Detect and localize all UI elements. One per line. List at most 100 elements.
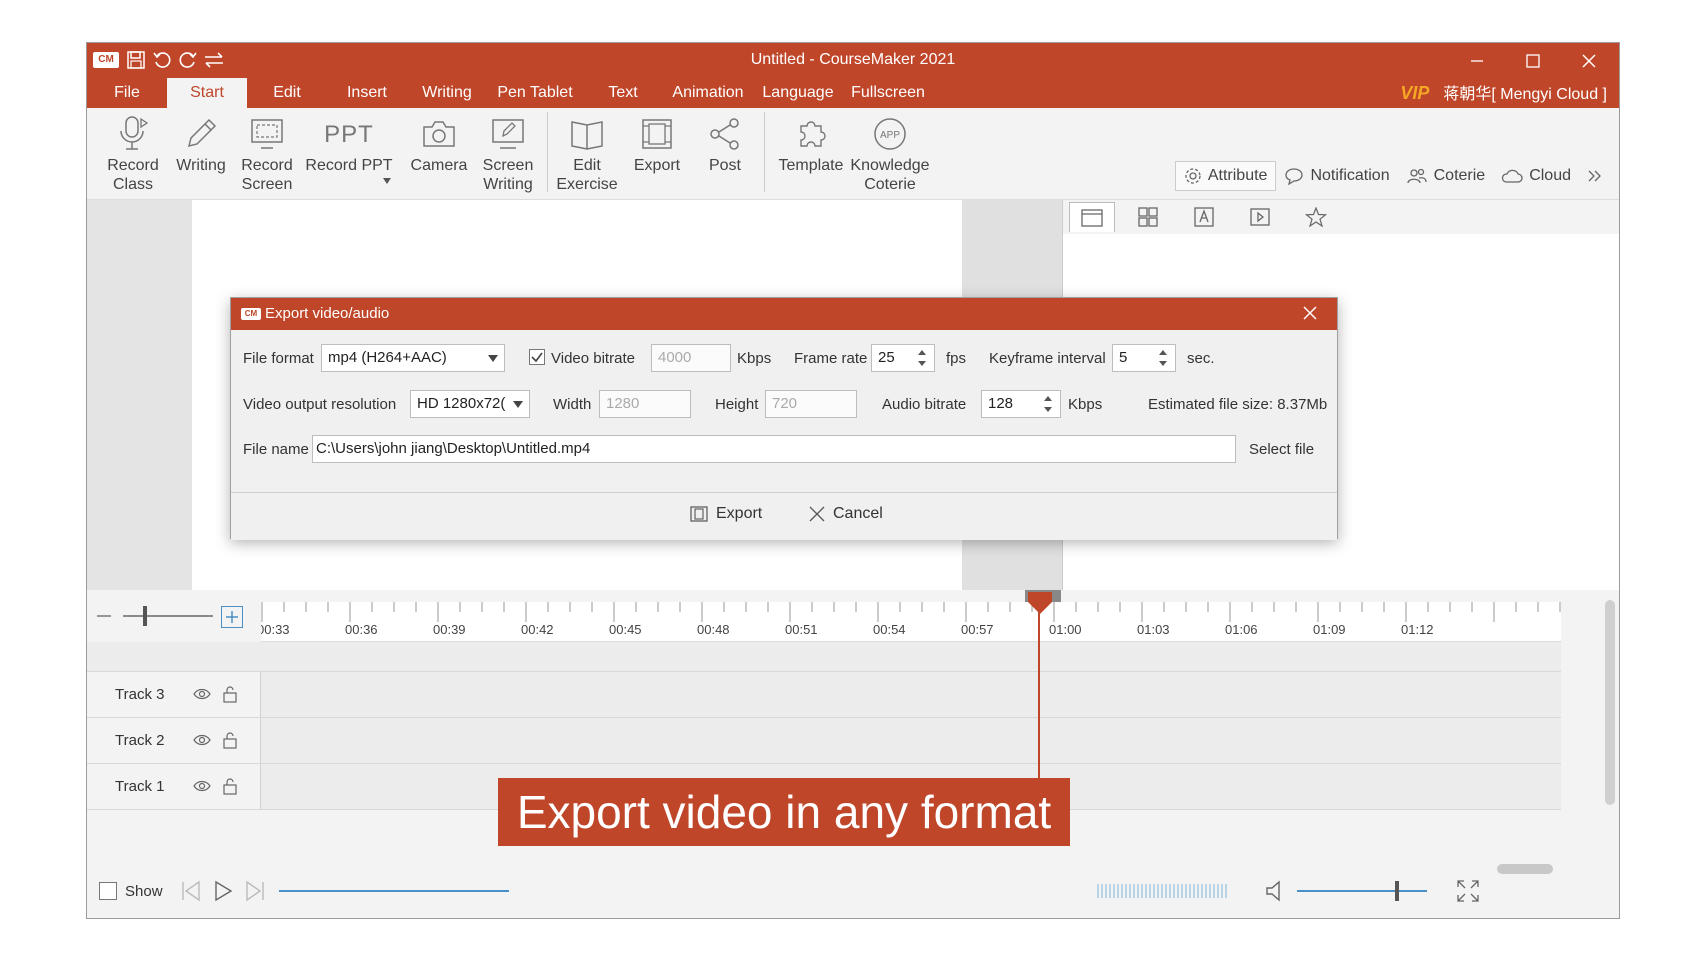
spinner-arrows-icon[interactable] (918, 348, 928, 368)
close-icon (809, 506, 825, 522)
star-icon[interactable] (1293, 202, 1339, 232)
width-input[interactable]: 1280 (599, 390, 691, 418)
ppt-icon: PPT (324, 120, 374, 148)
zoom-slider-handle[interactable] (143, 606, 147, 626)
export-icon (690, 506, 708, 522)
track-name: Track 3 (115, 686, 165, 703)
keyframe-interval-stepper[interactable]: 5 (1112, 344, 1176, 372)
post-button[interactable]: Post (693, 112, 757, 175)
camera-button[interactable]: Camera (405, 112, 473, 175)
record-class-button[interactable]: Record Class (95, 112, 171, 194)
menu-start[interactable]: Start (167, 78, 247, 108)
file-format-select[interactable]: mp4 (H264+AAC) (321, 344, 505, 372)
menu-text[interactable]: Text (583, 78, 663, 108)
height-input[interactable]: 720 (765, 390, 857, 418)
template-button[interactable]: Template (771, 112, 851, 175)
track-name: Track 2 (115, 732, 165, 749)
export-icon (625, 112, 689, 156)
spinner-arrows-icon[interactable] (1044, 394, 1054, 414)
play-icon[interactable] (213, 880, 233, 902)
zoom-slider[interactable] (123, 615, 213, 617)
tab-cloud[interactable]: Cloud (1493, 161, 1579, 191)
grid-icon[interactable] (1125, 202, 1171, 232)
track-spacer (87, 642, 1561, 672)
checkmark-icon (531, 352, 543, 363)
close-icon[interactable] (1559, 43, 1619, 78)
video-bitrate-checkbox[interactable] (529, 349, 545, 365)
record-screen-label-2: Screen (241, 176, 293, 193)
eye-icon[interactable] (193, 734, 211, 746)
tab-attribute-label: Attribute (1207, 167, 1268, 184)
ruler-label: 00:48 (697, 622, 730, 637)
menu-animation[interactable]: Animation (663, 78, 753, 108)
previous-icon[interactable] (181, 880, 201, 902)
track-row[interactable]: Track 2 (87, 718, 1561, 764)
select-file-button[interactable]: Select file (1249, 441, 1314, 458)
volume-icon[interactable] (1265, 880, 1285, 902)
file-name-input[interactable]: C:\Users\john jiang\Desktop\Untitled.mp4 (312, 435, 1236, 463)
export-label: Export (633, 157, 681, 174)
show-checkbox[interactable] (99, 882, 117, 900)
resolution-select[interactable]: HD 1280x72( (410, 390, 530, 418)
eye-icon[interactable] (193, 780, 211, 792)
more-tabs-button[interactable] (1579, 161, 1611, 191)
user-account[interactable]: VIP 蒋朝华[ Mengyi Cloud ] (1400, 78, 1607, 108)
playback-progress[interactable] (279, 890, 509, 892)
tab-attribute[interactable]: Attribute (1174, 161, 1277, 191)
minimize-icon[interactable] (1447, 43, 1507, 78)
video-bitrate-input[interactable]: 4000 (651, 344, 731, 372)
dialog-close-icon[interactable] (1299, 302, 1321, 324)
lock-icon[interactable] (223, 685, 237, 703)
ribbon-divider (764, 112, 765, 192)
time-ruler[interactable]: 00:33 00:36 00:39 00:42 00:45 00:48 00:5… (261, 602, 1561, 642)
maximize-icon[interactable] (1503, 43, 1563, 78)
knowledge-coterie-label-1: Knowledge (850, 157, 930, 174)
record-ppt-label: Record PPT (305, 157, 393, 174)
frame-rate-stepper[interactable]: 25 (871, 344, 935, 372)
spinner-arrows-icon[interactable] (1159, 348, 1169, 368)
tab-notification[interactable]: Notification (1276, 161, 1397, 191)
menu-file[interactable]: File (87, 78, 167, 108)
horizontal-scrollbar[interactable] (1497, 864, 1553, 874)
playback-bar: Show (87, 856, 1619, 918)
volume-slider-handle[interactable] (1395, 881, 1399, 901)
window-layout-icon[interactable] (1069, 202, 1115, 232)
chevron-down-icon[interactable] (383, 178, 391, 184)
estimated-file-size: Estimated file size: 8.37Mb (1148, 396, 1328, 413)
fullscreen-icon[interactable] (1457, 880, 1479, 902)
record-screen-button[interactable]: Record Screen (233, 112, 301, 194)
next-icon[interactable] (245, 880, 265, 902)
lock-icon[interactable] (223, 731, 237, 749)
audio-bitrate-stepper[interactable]: 128 (981, 390, 1061, 418)
tab-coterie[interactable]: Coterie (1398, 161, 1494, 191)
dialog-cancel-button[interactable]: Cancel (809, 505, 883, 523)
playhead-marker[interactable] (1028, 592, 1052, 614)
play-media-icon[interactable] (1237, 202, 1283, 232)
track-row[interactable]: Track 3 (87, 672, 1561, 718)
screen-writing-label-2: Writing (483, 176, 533, 193)
menu-fullscreen[interactable]: Fullscreen (843, 78, 933, 108)
track-name: Track 1 (115, 778, 165, 795)
record-ppt-button[interactable]: PPT Record PPT (301, 112, 397, 184)
screen-writing-button[interactable]: Screen Writing (475, 112, 541, 194)
menu-pen-tablet[interactable]: Pen Tablet (487, 78, 583, 108)
text-box-icon[interactable] (1181, 202, 1227, 232)
export-button[interactable]: Export (625, 112, 689, 175)
menu-language[interactable]: Language (753, 78, 843, 108)
eye-icon[interactable] (193, 688, 211, 700)
lock-icon[interactable] (223, 777, 237, 795)
dialog-export-label: Export (716, 505, 763, 522)
menu-edit[interactable]: Edit (247, 78, 327, 108)
dialog-export-button[interactable]: Export (690, 505, 762, 523)
writing-button[interactable]: Writing (171, 112, 231, 175)
vertical-scrollbar[interactable] (1605, 600, 1615, 805)
audio-bitrate-unit: Kbps (1068, 396, 1103, 413)
menu-insert[interactable]: Insert (327, 78, 407, 108)
menu-writing[interactable]: Writing (407, 78, 487, 108)
keyframe-interval-label: Keyframe interval (989, 350, 1106, 367)
edit-exercise-button[interactable]: Edit Exercise (551, 112, 623, 194)
knowledge-coterie-button[interactable]: APP Knowledge Coterie (847, 112, 933, 194)
zoom-out-icon[interactable] (97, 614, 111, 618)
volume-slider[interactable] (1297, 890, 1427, 892)
zoom-in-icon[interactable] (221, 606, 243, 628)
